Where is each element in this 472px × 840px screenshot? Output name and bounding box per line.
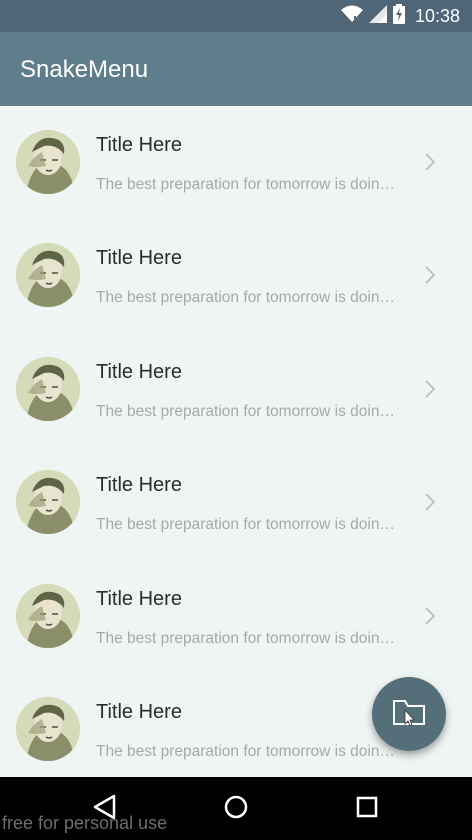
chevron-right-icon <box>424 265 436 290</box>
item-title: Title Here <box>96 247 182 270</box>
item-title: Title Here <box>96 360 182 383</box>
item-title: Title Here <box>96 700 182 723</box>
snake-menu-fab[interactable] <box>372 677 446 751</box>
avatar <box>16 356 80 421</box>
cell-signal-icon <box>368 4 387 28</box>
item-list: Title Here The best preparation for tomo… <box>0 106 472 777</box>
item-subtitle: The best preparation for tomorrow is doi… <box>96 289 400 307</box>
avatar <box>16 696 80 761</box>
recents-icon <box>356 796 378 823</box>
item-title: Title Here <box>96 474 182 497</box>
folder-icon <box>392 698 426 731</box>
clock: 10:38 <box>414 5 460 26</box>
app-title: SnakeMenu <box>20 56 149 83</box>
item-subtitle: The best preparation for tomorrow is doi… <box>96 176 400 193</box>
avatar <box>16 470 80 535</box>
list-item[interactable]: Title Here The best preparation for tomo… <box>0 560 472 673</box>
item-subtitle: The best preparation for tomorrow is doi… <box>96 402 400 420</box>
chevron-right-icon <box>424 379 436 404</box>
recents-button[interactable] <box>352 794 382 824</box>
list-item[interactable]: Title Here The best preparation for tomo… <box>0 333 472 446</box>
item-subtitle: The best preparation for tomorrow is doi… <box>96 629 400 647</box>
list-item[interactable]: Title Here The best preparation for tomo… <box>0 219 472 332</box>
home-button[interactable] <box>221 794 251 824</box>
item-subtitle: The best preparation for tomorrow is doi… <box>96 742 400 760</box>
chevron-right-icon <box>424 492 436 517</box>
item-title: Title Here <box>96 587 182 610</box>
list-item[interactable]: Title Here The best preparation for tomo… <box>0 446 472 559</box>
app-bar: SnakeMenu <box>0 32 472 106</box>
avatar <box>16 130 80 194</box>
chevron-right-icon <box>424 152 436 177</box>
avatar <box>16 583 80 648</box>
watermark: free for personal use <box>2 813 168 833</box>
avatar <box>16 243 80 308</box>
item-title: Title Here <box>96 134 182 156</box>
battery-charging-icon <box>392 3 405 29</box>
home-icon <box>224 795 248 824</box>
status-icons: 10:38 <box>340 3 460 29</box>
status-bar: 10:38 <box>0 0 472 32</box>
item-subtitle: The best preparation for tomorrow is doi… <box>96 516 400 534</box>
wifi-icon <box>340 5 363 28</box>
chevron-right-icon <box>424 606 436 631</box>
list-item[interactable]: Title Here The best preparation for tomo… <box>0 106 472 219</box>
